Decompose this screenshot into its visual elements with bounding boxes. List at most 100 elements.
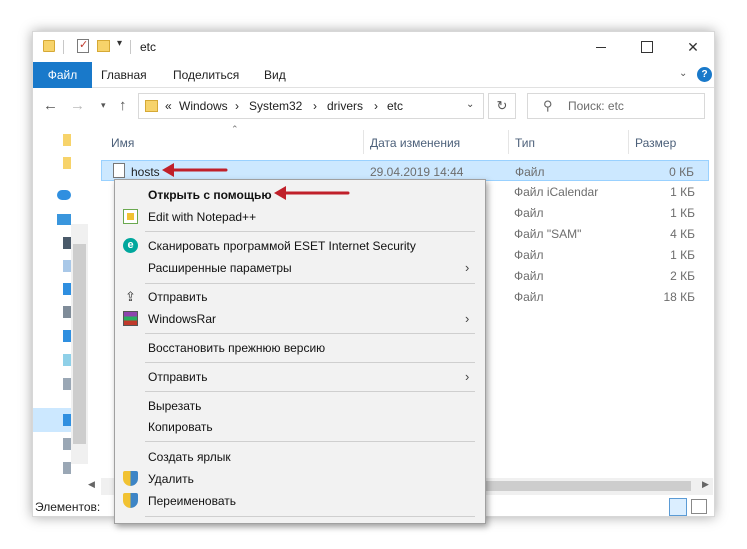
menu-item-label: Сканировать программой ESET Internet Sec…	[148, 239, 416, 253]
close-button[interactable]: ✕	[670, 32, 714, 62]
menu-item-create-shortcut[interactable]: Создать ярлык	[115, 446, 485, 468]
column-divider[interactable]	[508, 130, 509, 154]
menu-item-delete[interactable]: Удалить	[115, 468, 485, 490]
file-type: Файл "SAM"	[514, 227, 582, 241]
menu-separator	[145, 283, 475, 284]
menu-item-advanced-options[interactable]: Расширенные параметры ›	[115, 257, 485, 279]
music-icon[interactable]	[63, 330, 71, 342]
menu-item-copy[interactable]: Копировать	[115, 416, 485, 438]
tab-share[interactable]: Поделиться	[173, 62, 239, 88]
customize-toolbar-chevron-icon[interactable]: ▾	[117, 38, 122, 49]
breadcrumb-windows[interactable]: Windows	[179, 99, 228, 113]
menu-item-restore-previous[interactable]: Восстановить прежнюю версию	[115, 337, 485, 359]
breadcrumb-system32[interactable]: System32	[249, 99, 302, 113]
breadcrumb-etc[interactable]: etc	[387, 99, 403, 113]
file-date: 29.04.2019 14:44	[370, 165, 464, 179]
refresh-button[interactable]: ↻	[488, 93, 516, 119]
winrar-icon	[123, 311, 138, 326]
menu-item-edit-notepad[interactable]: Edit with Notepad++	[115, 206, 485, 228]
scroll-left-icon[interactable]: ◀	[88, 479, 95, 490]
file-type: Файл	[514, 248, 544, 262]
file-type: Файл	[514, 290, 544, 304]
breadcrumb-overflow[interactable]: «	[165, 99, 172, 113]
address-bar[interactable]: « Windows › System32 › drivers › etc ⌄	[138, 93, 484, 119]
column-headers: ⌃ Имя Дата изменения Тип Размер	[101, 124, 709, 154]
notepad-plus-icon	[123, 209, 138, 224]
help-button[interactable]: ?	[697, 67, 712, 82]
sort-ascending-icon: ⌃	[231, 124, 239, 134]
breadcrumb-separator: ›	[235, 99, 239, 113]
menu-item-label: Отправить	[148, 370, 208, 384]
column-divider[interactable]	[628, 130, 629, 154]
menu-item-eset-scan[interactable]: e Сканировать программой ESET Internet S…	[115, 235, 485, 257]
file-size: 0 КБ	[669, 165, 694, 179]
large-icons-view-icon[interactable]	[691, 499, 707, 514]
menu-item-label: Открыть с помощью	[148, 188, 272, 202]
context-menu: Открыть с помощью Edit with Notepad++ e …	[114, 179, 486, 524]
column-type[interactable]: Тип	[515, 136, 535, 150]
local-disk-icon[interactable]	[63, 414, 71, 426]
forward-arrow-icon[interactable]: →	[70, 97, 85, 114]
tab-view[interactable]: Вид	[264, 62, 286, 88]
column-date[interactable]: Дата изменения	[370, 136, 460, 150]
minimize-button[interactable]	[578, 32, 624, 62]
this-pc-icon[interactable]	[57, 214, 71, 225]
menu-item-label: Создать ярлык	[148, 450, 231, 464]
submenu-chevron-icon: ›	[465, 311, 470, 326]
drive-icon[interactable]	[63, 438, 71, 450]
videos-icon[interactable]	[63, 237, 71, 249]
menu-item-rename[interactable]: Переименовать	[115, 490, 485, 512]
menu-separator	[145, 391, 475, 392]
drive-icon[interactable]	[63, 462, 71, 474]
menu-item-windowsrar[interactable]: WindowsRar ›	[115, 308, 485, 330]
menu-item-label: Переименовать	[148, 494, 236, 508]
menu-item-cut[interactable]: Вырезать	[115, 395, 485, 417]
file-size: 18 КБ	[663, 290, 695, 304]
column-name[interactable]: Имя	[111, 136, 134, 150]
expand-ribbon-chevron-icon[interactable]: ⌄	[679, 68, 687, 79]
menu-item-share[interactable]: ⇪ Отправить	[115, 286, 485, 308]
properties-icon[interactable]	[77, 38, 89, 53]
annotation-arrow-open-with	[274, 186, 350, 200]
file-type: Файл iCalendar	[514, 185, 599, 199]
submenu-chevron-icon: ›	[465, 260, 470, 275]
desktop-icon[interactable]	[63, 354, 71, 366]
menu-item-label: Вырезать	[148, 399, 202, 413]
breadcrumb-drivers[interactable]: drivers	[327, 99, 363, 113]
address-dropdown-chevron-icon[interactable]: ⌄	[466, 99, 474, 110]
onedrive-icon[interactable]	[57, 190, 71, 200]
navigation-pane	[33, 124, 91, 494]
tab-file[interactable]: Файл	[33, 62, 92, 88]
new-folder-icon[interactable]	[97, 40, 110, 52]
shield-icon	[123, 493, 138, 508]
scroll-right-icon[interactable]: ▶	[702, 479, 709, 490]
images-icon[interactable]	[63, 306, 71, 318]
column-divider[interactable]	[363, 130, 364, 154]
file-type: Файл	[514, 206, 544, 220]
nav-scrollbar-thumb[interactable]	[73, 244, 86, 444]
documents-icon[interactable]	[63, 260, 71, 272]
drive-icon[interactable]	[63, 378, 71, 390]
title-bar: ▾ etc ✕	[33, 32, 714, 62]
divider	[63, 40, 64, 54]
menu-item-send-to[interactable]: Отправить ›	[115, 366, 485, 388]
menu-item-label: Отправить	[148, 290, 208, 304]
maximize-button[interactable]	[624, 32, 670, 62]
file-type: Файл	[514, 269, 544, 283]
quick-access-folder-icon[interactable]	[63, 157, 71, 169]
downloads-icon[interactable]	[63, 283, 71, 295]
details-view-icon[interactable]	[669, 498, 687, 516]
back-arrow-icon[interactable]: ←	[43, 97, 58, 114]
tab-home[interactable]: Главная	[101, 62, 147, 88]
file-icon	[113, 163, 125, 178]
breadcrumb-separator: ›	[374, 99, 378, 113]
column-size[interactable]: Размер	[635, 136, 676, 150]
quick-access-folder-icon[interactable]	[63, 134, 71, 146]
folder-icon[interactable]	[43, 40, 55, 52]
up-arrow-icon[interactable]: ↑	[119, 97, 127, 114]
file-size: 1 КБ	[670, 185, 695, 199]
ribbon-tabs: Файл Главная Поделиться Вид ⌄ ?	[33, 62, 714, 88]
search-icon: ⚲	[543, 98, 553, 113]
search-input[interactable]: ⚲ Поиск: etc	[527, 93, 705, 119]
recent-locations-chevron-icon[interactable]: ▾	[101, 100, 106, 111]
